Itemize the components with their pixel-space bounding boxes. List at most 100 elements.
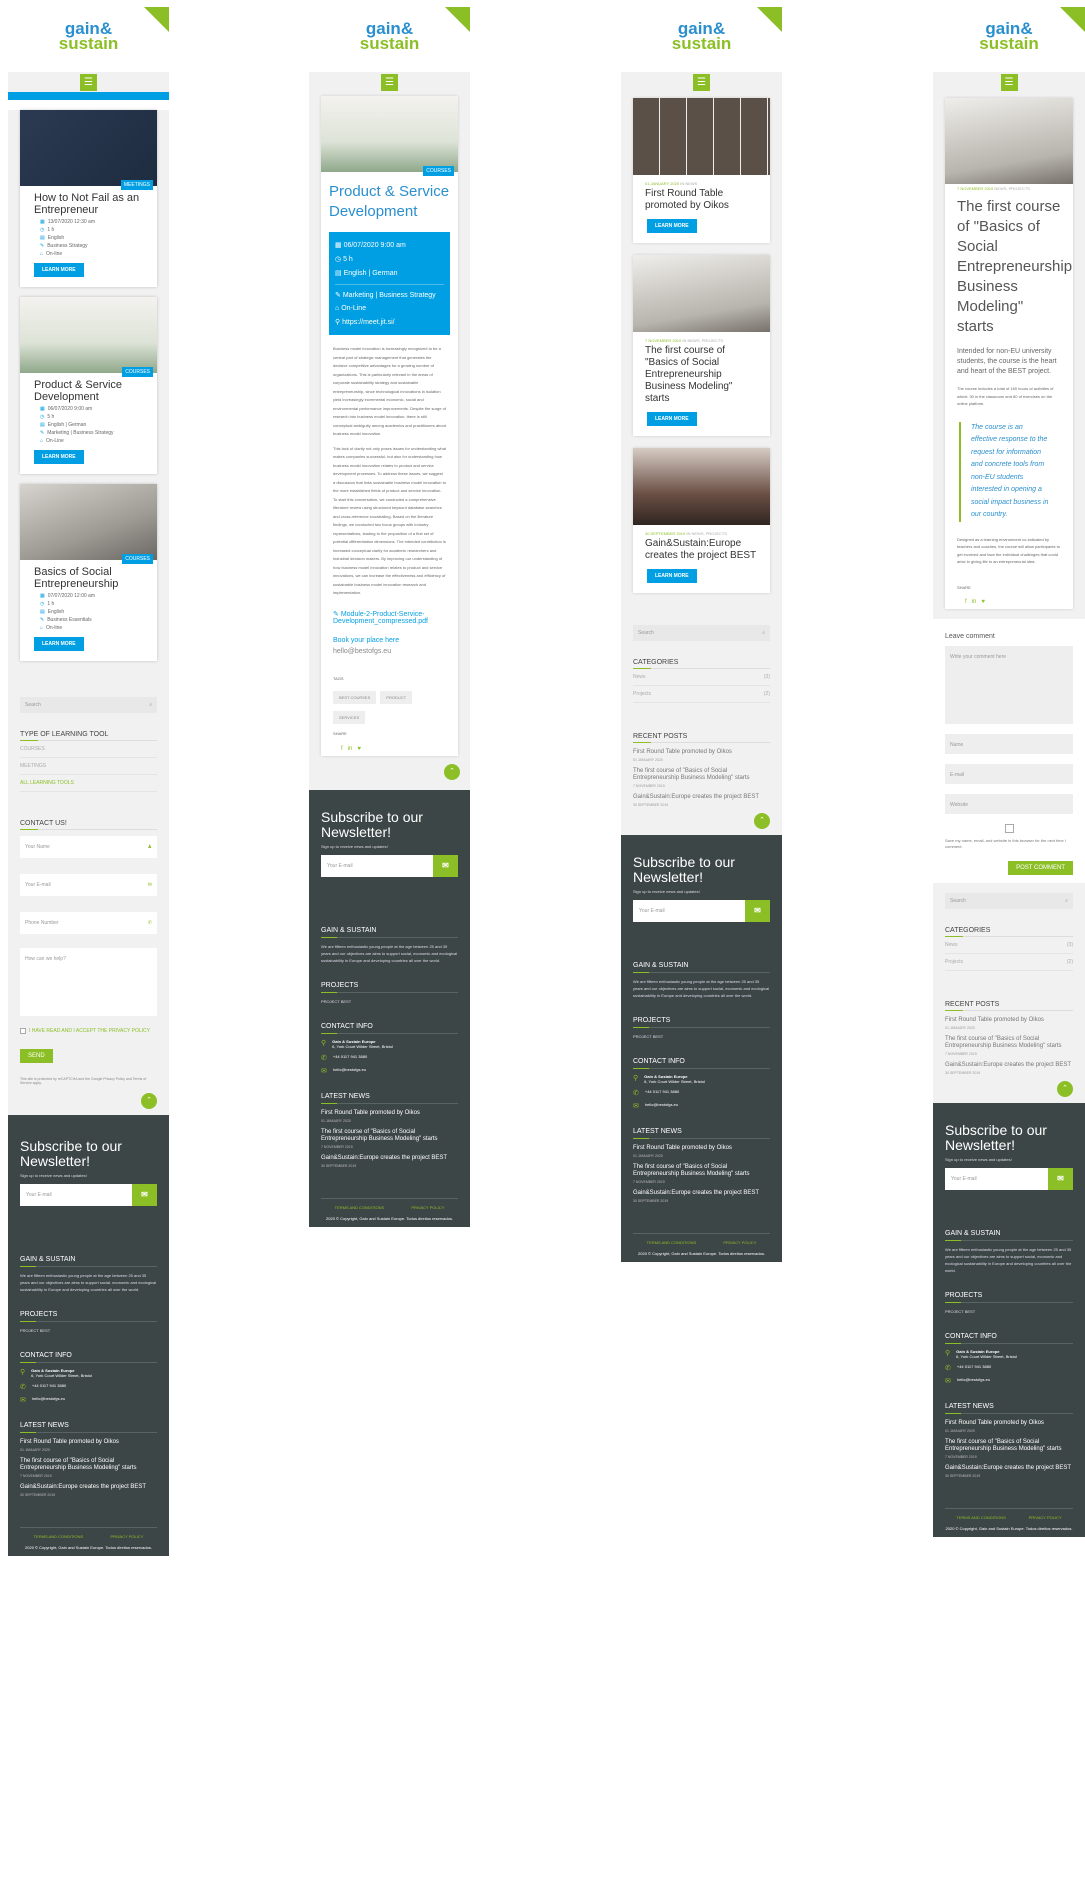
send-mail-icon[interactable]: ✉	[132, 1184, 157, 1206]
newsletter-email-input[interactable]: Your E-mail	[321, 854, 433, 877]
news-item[interactable]: The first course of "Basics of Social En…	[945, 1439, 1073, 1453]
linkedin-icon[interactable]: in	[348, 746, 353, 752]
name-field[interactable]: Name	[945, 734, 1073, 754]
message-field[interactable]: How can we help?	[20, 948, 157, 1016]
news-item[interactable]: First Round Table promoted by Oikos	[633, 1145, 770, 1152]
recent-post[interactable]: Gain&Sustain:Europe creates the project …	[633, 794, 770, 801]
post-title[interactable]: Gain&Sustain:Europe creates the project …	[633, 536, 770, 564]
phone-field[interactable]: Phone Number ✆	[20, 912, 157, 934]
category-projects[interactable]: Projects (2)	[945, 954, 1073, 971]
learn-more-button[interactable]: LEARN MORE	[34, 450, 84, 464]
linkedin-icon[interactable]: in	[972, 599, 977, 605]
scroll-up-icon[interactable]: ⌃	[754, 813, 770, 829]
email-field[interactable]: E-mail	[945, 764, 1073, 784]
course-card[interactable]: MEETINGS How to Not Fail as an Entrepren…	[20, 110, 157, 287]
twitter-icon[interactable]: ♥	[981, 599, 985, 605]
news-item[interactable]: The first course of "Basics of Social En…	[633, 1164, 770, 1178]
news-item[interactable]: Gain&Sustain:Europe creates the project …	[945, 1465, 1073, 1472]
attachment-link[interactable]: ✎ Module-2-Product-Service-Development_c…	[321, 608, 458, 627]
privacy-link[interactable]: PRIVACY POLICY	[723, 1240, 756, 1245]
course-card[interactable]: COURSES Basics of Social Entrepreneurshi…	[20, 484, 157, 661]
phone-text[interactable]: +44 0117 941 3880	[645, 1089, 679, 1097]
search-input[interactable]: Search ⌕	[633, 625, 770, 641]
news-item[interactable]: First Round Table promoted by Oikos	[945, 1420, 1073, 1427]
contact-email[interactable]: hello@bestofgs.eu	[321, 646, 458, 657]
newsletter-email-input[interactable]: Your E-mail	[945, 1168, 1048, 1190]
post-title[interactable]: The first course of "Basics of Social En…	[633, 343, 770, 407]
site-logo[interactable]: gain& sustain	[933, 0, 1085, 72]
send-mail-icon[interactable]: ✉	[433, 854, 458, 877]
post-comment-button[interactable]: POST COMMENT	[1008, 861, 1073, 875]
send-mail-icon[interactable]: ✉	[1048, 1168, 1073, 1190]
project-link[interactable]: PROJECT BEST	[20, 1327, 157, 1334]
search-input[interactable]: Search ⌕	[20, 697, 157, 713]
news-item[interactable]: The first course of "Basics of Social En…	[321, 1129, 458, 1143]
hamburger-menu-icon[interactable]: ☰	[693, 73, 710, 91]
site-logo[interactable]: gain& sustain	[309, 0, 470, 72]
category-projects[interactable]: Projects (2)	[633, 686, 770, 703]
news-item[interactable]: Gain&Sustain:Europe creates the project …	[321, 1155, 458, 1162]
send-mail-icon[interactable]: ✉	[745, 900, 770, 922]
privacy-link[interactable]: PRIVACY POLICY	[1029, 1515, 1062, 1520]
recent-post[interactable]: Gain&Sustain:Europe creates the project …	[945, 1062, 1073, 1069]
tag-item[interactable]: BEST COURSES	[333, 691, 377, 704]
privacy-link[interactable]: PRIVACY POLICY	[411, 1205, 444, 1210]
recent-post[interactable]: First Round Table promoted by Oikos	[945, 1017, 1073, 1024]
recent-post[interactable]: First Round Table promoted by Oikos	[633, 749, 770, 756]
learn-more-button[interactable]: LEARN MORE	[34, 637, 84, 651]
scroll-up-icon[interactable]: ⌃	[1057, 1081, 1073, 1097]
news-card[interactable]: 01 JANUARY 2020 IN NEWS First Round Tabl…	[633, 98, 770, 243]
mail-text[interactable]: hello@bestofgs.eu	[957, 1377, 990, 1385]
search-input[interactable]: Search ⌕	[945, 893, 1073, 909]
project-link[interactable]: PROJECT BEST	[321, 998, 458, 1005]
news-item[interactable]: Gain&Sustain:Europe creates the project …	[633, 1190, 770, 1197]
tag-item[interactable]: PRODUCT	[380, 691, 413, 704]
website-field[interactable]: Website	[945, 794, 1073, 814]
newsletter-email-input[interactable]: Your E-mail	[633, 900, 745, 922]
privacy-checkbox-row[interactable]: I HAVE READ AND I ACCEPT THE PRIVACY POL…	[20, 1028, 157, 1034]
news-item[interactable]: Gain&Sustain:Europe creates the project …	[20, 1484, 157, 1491]
project-link[interactable]: PROJECT BEST	[633, 1033, 770, 1040]
news-card[interactable]: 7 NOVEMBER 2019 IN NEWS, PROJECTS The fi…	[633, 255, 770, 436]
comment-field[interactable]: Write your comment here	[945, 646, 1073, 724]
name-field[interactable]: Your Name ♟	[20, 836, 157, 858]
news-card[interactable]: 30 SEPTEMBER 2019 IN NEWS, PROJECTS Gain…	[633, 448, 770, 593]
facebook-icon[interactable]: f	[965, 599, 967, 605]
phone-text[interactable]: +44 0117 941 3880	[957, 1364, 991, 1372]
hamburger-menu-icon[interactable]: ☰	[381, 73, 398, 91]
recent-post[interactable]: The first course of "Basics of Social En…	[945, 1036, 1073, 1050]
news-item[interactable]: First Round Table promoted by Oikos	[321, 1110, 458, 1117]
learn-more-button[interactable]: LEARN MORE	[647, 569, 697, 583]
terms-link[interactable]: TERMS AND CONDITIONS	[647, 1240, 697, 1245]
email-field[interactable]: Your E-mail ✉	[20, 874, 157, 896]
hamburger-menu-icon[interactable]: ☰	[1000, 73, 1018, 91]
meeting-link[interactable]: https://meet.jit.si/	[342, 319, 395, 326]
scroll-up-icon[interactable]: ⌃	[444, 763, 460, 780]
recent-post[interactable]: The first course of "Basics of Social En…	[633, 768, 770, 782]
news-item[interactable]: The first course of "Basics of Social En…	[20, 1458, 157, 1472]
learn-more-button[interactable]: LEARN MORE	[647, 219, 697, 233]
filter-all[interactable]: ALL LEARNING TOOLS	[20, 775, 157, 792]
post-title[interactable]: First Round Table promoted by Oikos	[633, 186, 770, 214]
mail-text[interactable]: hello@bestofgs.eu	[645, 1102, 678, 1110]
newsletter-email-input[interactable]: Your E-mail	[20, 1184, 132, 1206]
terms-link[interactable]: TERMS AND CONDITIONS	[335, 1205, 385, 1210]
learn-more-button[interactable]: LEARN MORE	[647, 412, 697, 426]
site-logo[interactable]: gain& sustain	[621, 0, 782, 72]
privacy-checkbox[interactable]	[20, 1028, 26, 1034]
course-card[interactable]: COURSES Product & Service Development ▦ 0…	[20, 297, 157, 474]
category-news[interactable]: News (3)	[945, 937, 1073, 954]
category-news[interactable]: News (3)	[633, 669, 770, 686]
scroll-up-icon[interactable]: ⌃	[141, 1093, 157, 1109]
tag-item[interactable]: SERVICES	[333, 711, 366, 724]
course-title[interactable]: Basics of Social Entrepreneurship	[20, 560, 157, 592]
book-link[interactable]: Book your place here	[321, 635, 458, 646]
mail-text[interactable]: hello@bestofgs.eu	[333, 1067, 366, 1075]
hamburger-menu-icon[interactable]: ☰	[80, 73, 97, 91]
terms-link[interactable]: TERMS AND CONDITIONS	[956, 1515, 1006, 1520]
phone-text[interactable]: +44 0117 941 3880	[32, 1383, 66, 1391]
mail-text[interactable]: hello@bestofgs.eu	[32, 1396, 65, 1404]
facebook-icon[interactable]: f	[341, 746, 343, 752]
save-checkbox[interactable]	[1004, 824, 1014, 833]
site-logo[interactable]: gain& sustain	[8, 0, 169, 72]
